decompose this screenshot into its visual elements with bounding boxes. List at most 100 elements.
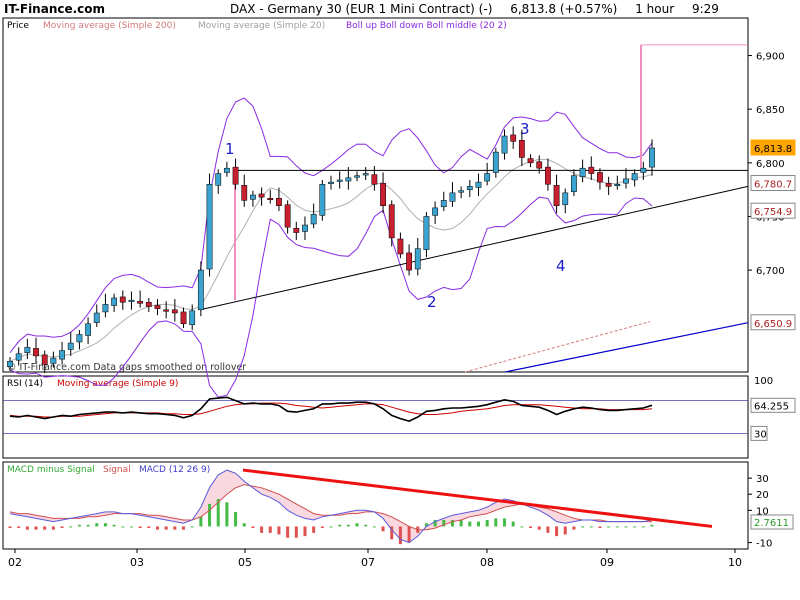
macd-hist-bar bbox=[277, 526, 281, 535]
legend-ma200: Moving average (Simple 200) bbox=[43, 21, 176, 31]
macd-hist-bar bbox=[407, 526, 411, 543]
value-tag: 6,813.8 bbox=[754, 144, 792, 155]
macd-hist-bar bbox=[208, 503, 212, 527]
macd-hist-bar bbox=[69, 526, 73, 528]
candle bbox=[310, 214, 317, 225]
value-tag: 6,754.9 bbox=[754, 207, 792, 218]
macd-hist-bar bbox=[511, 521, 515, 527]
candle bbox=[579, 167, 586, 178]
candle bbox=[128, 299, 135, 302]
macd-hist-bar bbox=[173, 526, 177, 530]
macd-hist-bar bbox=[199, 516, 203, 527]
macd-hist-bar bbox=[147, 526, 151, 529]
price-panel-label: Price bbox=[7, 21, 29, 31]
macd-hist-bar bbox=[581, 526, 585, 528]
macd-hist-bar bbox=[286, 526, 290, 538]
candle bbox=[518, 140, 525, 158]
macd-hist-bar bbox=[260, 526, 264, 533]
macd-hist-bar bbox=[338, 524, 342, 527]
candle bbox=[180, 311, 187, 324]
candle bbox=[258, 193, 265, 198]
candle bbox=[102, 304, 109, 313]
candle bbox=[397, 238, 404, 255]
x-tick-label: 03 bbox=[130, 556, 144, 569]
candle bbox=[605, 182, 612, 187]
candle bbox=[336, 179, 343, 182]
macd-y-tick-label: 30 bbox=[756, 474, 769, 485]
macd-hist-bar bbox=[251, 526, 255, 529]
macd-hist-bar bbox=[103, 523, 107, 527]
candle bbox=[215, 173, 222, 186]
candle bbox=[7, 361, 13, 367]
candle bbox=[284, 204, 291, 228]
price-panel bbox=[2, 17, 749, 373]
candle bbox=[276, 197, 282, 206]
candle bbox=[171, 309, 178, 314]
macd-hist-bar bbox=[641, 526, 645, 528]
macd-hist-bar bbox=[112, 524, 116, 527]
macd-hist-bar bbox=[51, 526, 55, 530]
x-tick-label: 08 bbox=[480, 556, 494, 569]
candle bbox=[466, 186, 473, 190]
macd-panel bbox=[2, 461, 749, 550]
x-tick-label: 07 bbox=[361, 556, 375, 569]
candle bbox=[414, 248, 421, 270]
wave-label-1: 1 bbox=[225, 140, 235, 158]
candle bbox=[649, 147, 655, 168]
x-tick-label: 10 bbox=[728, 556, 742, 569]
macd-hist-bar bbox=[164, 526, 168, 530]
macd-hist-bar bbox=[225, 502, 229, 527]
legend-ma20: Moving average (Simple 20) bbox=[198, 21, 325, 31]
candle bbox=[328, 181, 334, 184]
candle bbox=[76, 334, 83, 343]
candle bbox=[345, 177, 352, 182]
macd-hist-bar bbox=[121, 526, 125, 528]
macd-hist-bar bbox=[182, 526, 186, 530]
candle bbox=[388, 204, 395, 239]
value-tag: 6,780.7 bbox=[754, 180, 792, 191]
candle bbox=[197, 269, 204, 311]
candle bbox=[145, 302, 152, 307]
candle bbox=[536, 161, 543, 169]
candle bbox=[614, 184, 621, 187]
candle bbox=[85, 323, 91, 336]
macd-hist-bar bbox=[598, 526, 602, 529]
candle bbox=[510, 134, 517, 142]
x-tick-label: 09 bbox=[600, 556, 614, 569]
candle bbox=[640, 167, 647, 173]
macd-hist-bar bbox=[633, 526, 637, 528]
legend-macd-hist: MACD minus Signal bbox=[7, 465, 95, 475]
candle bbox=[41, 354, 48, 365]
macd-hist-bar bbox=[563, 526, 567, 535]
candle bbox=[527, 158, 534, 164]
candle bbox=[562, 192, 569, 205]
candle bbox=[33, 348, 39, 357]
candle bbox=[362, 173, 369, 176]
candle bbox=[371, 174, 378, 185]
macd-hist-bar bbox=[468, 521, 472, 527]
candle bbox=[484, 173, 491, 182]
price-y-tick-label: 6,900 bbox=[756, 52, 785, 63]
candle bbox=[302, 224, 308, 232]
candle bbox=[241, 185, 248, 201]
macd-hist-bar bbox=[268, 526, 272, 533]
macd-hist-bar bbox=[494, 518, 498, 527]
macd-hist-bar bbox=[234, 511, 238, 527]
x-tick-label: 05 bbox=[238, 556, 252, 569]
macd-hist-bar bbox=[503, 518, 507, 527]
legend-rsi-ma: Moving average (Simple 9) bbox=[57, 379, 178, 389]
macd-hist-bar bbox=[60, 526, 64, 529]
candle bbox=[232, 166, 239, 185]
macd-hist-bar bbox=[86, 524, 90, 527]
rsi-panel-label: RSI (14) bbox=[7, 379, 43, 389]
macd-hist-bar bbox=[129, 526, 133, 528]
candle bbox=[449, 192, 456, 202]
candle bbox=[597, 172, 603, 183]
candle bbox=[553, 185, 560, 206]
macd-hist-bar bbox=[329, 526, 333, 528]
candle bbox=[59, 350, 65, 360]
macd-hist-bar bbox=[364, 524, 368, 527]
macd-hist-bar bbox=[381, 526, 385, 532]
legend-macd-line: MACD (12 26 9) bbox=[139, 465, 210, 475]
macd-hist-bar bbox=[355, 523, 359, 527]
